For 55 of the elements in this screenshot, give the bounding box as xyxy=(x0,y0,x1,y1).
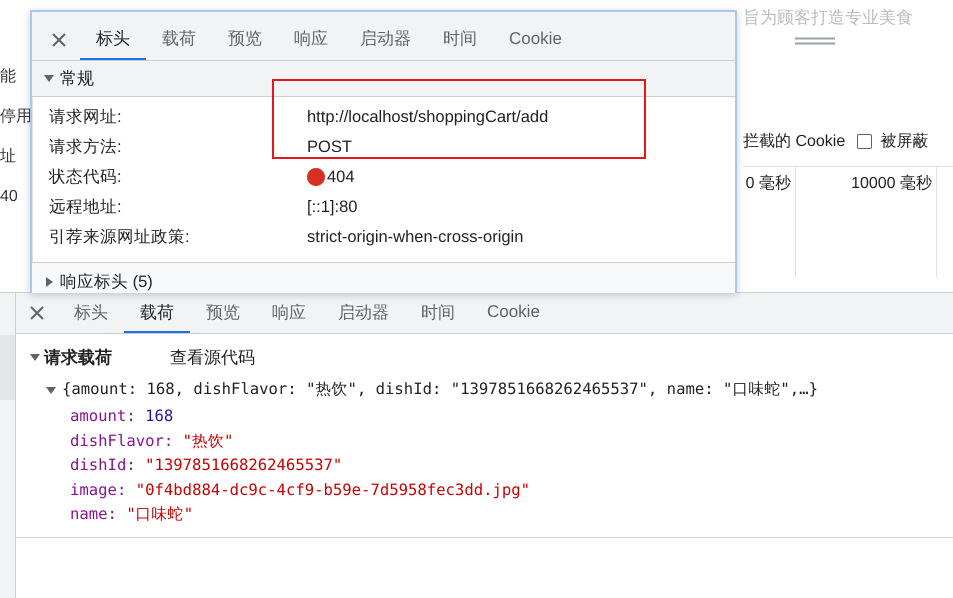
panel-tab[interactable]: 启动器 xyxy=(322,293,405,333)
header-label: 远程地址: xyxy=(49,197,123,218)
expand-triangle-icon[interactable] xyxy=(44,73,54,84)
header-value: http://localhost/shoppingCart/add xyxy=(307,108,548,126)
header-value: 404 xyxy=(327,168,355,186)
checkbox[interactable] xyxy=(857,134,872,149)
header-value: POST xyxy=(307,138,352,156)
close-icon[interactable] xyxy=(52,32,66,47)
expand-triangle-icon[interactable] xyxy=(46,384,56,394)
header-value: strict-origin-when-cross-origin xyxy=(307,228,524,246)
section-title: 请求载荷 xyxy=(44,347,112,369)
property-value: "口味蛇" xyxy=(126,505,194,523)
header-value: [::1]:80 xyxy=(307,198,358,216)
drag-handle-icon[interactable] xyxy=(795,37,835,45)
column-fragment: 址 xyxy=(0,146,17,167)
panel-tab[interactable]: 预览 xyxy=(212,20,278,60)
panel-tab[interactable]: 响应 xyxy=(278,20,344,60)
property-value: "0f4bd884-dc9c-4cf9-b59e-7d5958fec3dd.jpg" xyxy=(136,480,530,498)
object-summary[interactable]: {amount: 168, dishFlavor: "热饮", dishId: "1397851668262465537", name: "口味蛇",…} xyxy=(62,379,818,400)
property-key: image: xyxy=(70,480,126,498)
timing-cell: 10000 毫秒 xyxy=(796,167,937,277)
header-label: 请求方法: xyxy=(49,137,123,158)
panel-tab[interactable]: 预览 xyxy=(190,293,256,333)
page-banner-text: 旨为顾客打造专业美食 xyxy=(743,7,914,29)
column-fragment: 40 xyxy=(0,187,19,207)
header-label: 状态代码: xyxy=(49,167,123,188)
panel-tab[interactable]: 标头 xyxy=(58,293,124,333)
header-label: 引荐来源网址政策: xyxy=(49,227,191,248)
section-title: 常规 xyxy=(60,68,94,90)
panel-tab[interactable]: Cookie xyxy=(471,293,556,333)
property-key: amount: xyxy=(70,407,136,425)
expand-triangle-icon[interactable] xyxy=(30,352,40,362)
section-title: 响应标头 (5) xyxy=(60,272,153,293)
property-key: dishId: xyxy=(70,456,136,474)
panel-tab[interactable]: 时间 xyxy=(427,20,493,60)
header-label: 请求网址: xyxy=(49,107,123,128)
panel-tab[interactable]: 启动器 xyxy=(344,20,427,60)
panel-tab[interactable]: 载荷 xyxy=(146,20,212,60)
panel-tab[interactable]: 时间 xyxy=(405,293,471,333)
property-value: 168 xyxy=(145,407,174,425)
column-fragment: 能 xyxy=(0,67,17,87)
column-fragment: 停用 xyxy=(0,107,30,127)
property-value: "1397851668262465537" xyxy=(145,456,342,474)
property-value: "热饮" xyxy=(182,432,234,450)
property-key: dishFlavor: xyxy=(70,432,174,450)
blocked-cookies-label: 拦截的 Cookie xyxy=(743,132,846,152)
close-icon[interactable] xyxy=(30,306,44,320)
view-source-link[interactable]: 查看源代码 xyxy=(170,346,255,369)
panel-tab[interactable]: 响应 xyxy=(256,293,322,333)
panel-tab[interactable]: Cookie xyxy=(493,20,578,60)
timing-cell: 0 毫秒 xyxy=(743,167,796,277)
checkbox-label: 被屏蔽 xyxy=(880,132,928,152)
expand-triangle-icon[interactable] xyxy=(44,276,54,286)
property-key: name: xyxy=(70,505,117,523)
sidebar-row-highlight xyxy=(0,335,15,400)
